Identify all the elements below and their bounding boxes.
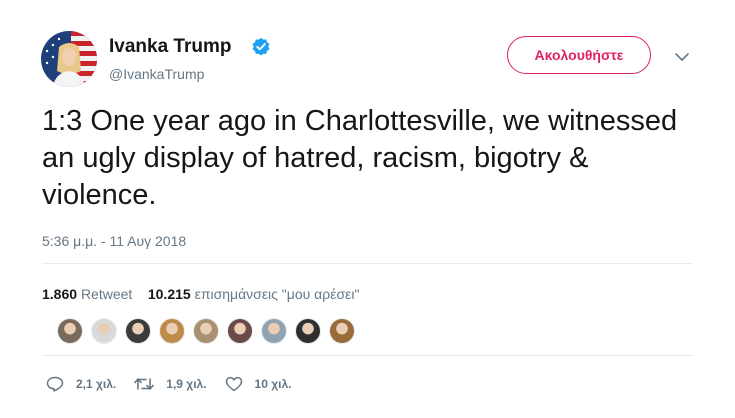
author-name[interactable]: Ivanka Trump xyxy=(109,36,232,58)
liker-avatar[interactable] xyxy=(193,318,219,344)
liker-avatar[interactable] xyxy=(227,318,253,344)
tweet-timestamp[interactable]: 5:36 μ.μ. - 11 Αυγ 2018 xyxy=(42,232,186,250)
follow-button[interactable]: Ακολουθήστε xyxy=(507,36,651,74)
author-handle[interactable]: @IvankaTrump xyxy=(109,65,204,83)
reply-count: 2,1 χιλ. xyxy=(76,377,117,391)
avatar-photo xyxy=(41,31,97,87)
tweet-actions: 2,1 χιλ. 1,9 χιλ. 10 χιλ. xyxy=(46,374,309,394)
like-action[interactable]: 10 χιλ. xyxy=(225,376,292,392)
liker-avatar[interactable] xyxy=(57,318,83,344)
liker-avatar[interactable] xyxy=(261,318,287,344)
tweet-stats: 1.860 Retweet 10.215 επισημάνσεις "μου α… xyxy=(42,285,359,303)
liker-avatar[interactable] xyxy=(91,318,117,344)
divider xyxy=(42,263,693,264)
liker-avatar[interactable] xyxy=(295,318,321,344)
liker-avatar[interactable] xyxy=(159,318,185,344)
like-stat-count: 10.215 xyxy=(147,286,191,302)
divider xyxy=(42,355,693,356)
liker-avatar[interactable] xyxy=(125,318,151,344)
retweet-stat[interactable]: 1.860 Retweet xyxy=(42,286,132,302)
reply-action[interactable]: 2,1 χιλ. xyxy=(46,376,116,392)
retweet-icon xyxy=(134,378,155,390)
reply-icon xyxy=(46,376,64,392)
retweet-stat-label: Retweet xyxy=(80,286,133,302)
like-stat-label: επισημάνσεις "μου αρέσει" xyxy=(194,286,360,302)
heart-icon xyxy=(225,376,242,392)
author-avatar[interactable] xyxy=(41,31,97,87)
tweet-card: Ivanka Trump @IvankaTrump Ακολουθήστε 1:… xyxy=(0,0,735,418)
like-count: 10 χιλ. xyxy=(254,377,292,391)
tweet-text: 1:3 One year ago in Charlottesville, we … xyxy=(42,105,678,211)
likers-avatar-row xyxy=(57,318,363,344)
verified-badge-icon xyxy=(252,37,270,56)
like-stat[interactable]: 10.215 επισημάνσεις "μου αρέσει" xyxy=(148,286,360,302)
retweet-stat-count: 1.860 xyxy=(42,286,78,302)
retweet-action[interactable]: 1,9 χιλ. xyxy=(134,376,207,392)
retweet-count: 1,9 χιλ. xyxy=(166,377,207,391)
chevron-down-icon[interactable] xyxy=(674,51,690,63)
liker-avatar[interactable] xyxy=(329,318,355,344)
